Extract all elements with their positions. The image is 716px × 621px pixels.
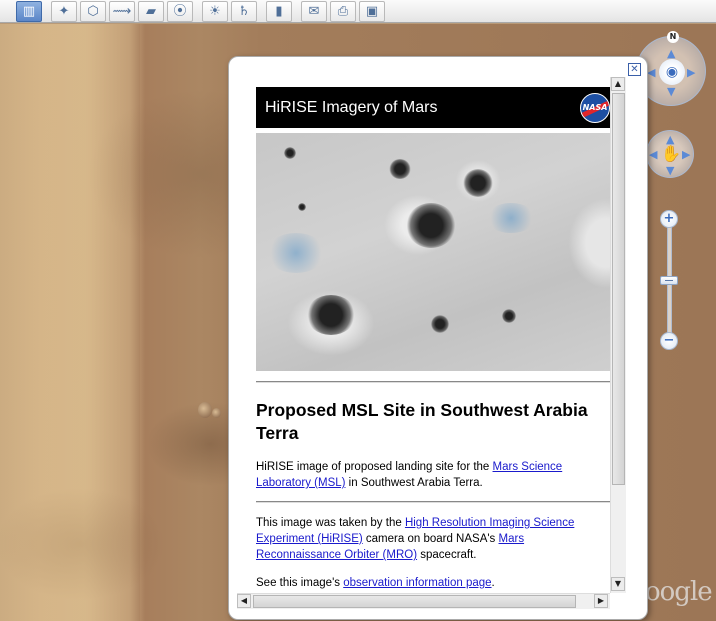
balloon-content-viewport: HiRISE Imagery of Mars NASA Proposed MSL… [256,87,610,591]
look-down-icon[interactable]: ▼ [667,85,675,98]
image-crater-shadow [389,159,411,179]
para2-prefix: This image was taken by the [256,517,405,529]
eye-icon[interactable]: ◉ [659,59,685,85]
image-blue-tint [266,233,326,273]
historical-imagery-button[interactable]: ☀ [202,0,228,22]
north-indicator[interactable]: N [667,31,679,43]
ruler-button[interactable]: ▮ [266,0,292,22]
sunlight-icon: ☀ [209,3,221,19]
add-placemark-button[interactable]: ✦ [51,0,77,22]
record-tour-icon: ⦿ [173,3,187,19]
path-icon: ⟿ [112,3,132,19]
image-crater-shadow [284,147,296,159]
view-in-maps-button[interactable]: ▣ [359,0,385,22]
horizontal-scroll-thumb[interactable] [253,595,576,608]
record-tour-button[interactable]: ⦿ [167,0,193,22]
toolbar: ▥ ✦ ⬡ ⟿ ▰ ⦿ ☀ ♄ ▮ ✉ ⎙ ▣ [0,0,716,23]
divider [256,381,610,383]
image-crater-shadow [431,315,449,333]
switch-planet-button[interactable]: ♄ [231,0,257,22]
look-right-icon[interactable]: ▶ [687,66,695,79]
para3-prefix: See this image's [256,577,344,589]
image-crater-shadow [502,309,516,323]
header-title: HiRISE Imagery of Mars [265,98,438,116]
email-button[interactable]: ✉ [301,0,327,22]
scroll-right-button[interactable]: ▶ [594,594,608,608]
planet-icon: ♄ [238,3,250,19]
zoom-out-button[interactable]: − [660,332,678,350]
pushpin-icon: ✦ [58,3,70,19]
balloon-header: HiRISE Imagery of Mars NASA [256,87,610,128]
para2-suffix: spacecraft. [417,549,477,561]
vertical-scrollbar[interactable]: ▲ ▼ [610,77,626,593]
google-watermark: oogle [645,577,713,607]
move-control[interactable]: ▲ ▼ ◀ ▶ ✋ [646,130,694,178]
para1-suffix: in Southwest Arabia Terra. [345,477,483,489]
scroll-down-button[interactable]: ▼ [611,577,625,591]
add-image-overlay-button[interactable]: ▰ [138,0,164,22]
image-overlay-icon: ▰ [146,3,156,19]
site-title: Proposed MSL Site in Southwest Arabia Te… [256,400,588,443]
close-balloon-button[interactable]: ✕ [628,63,641,76]
move-down-icon[interactable]: ▼ [666,164,674,177]
scroll-left-button[interactable]: ◀ [237,594,251,608]
maps-icon: ▣ [365,3,379,19]
email-icon: ✉ [308,3,320,19]
description-paragraph: HiRISE image of proposed landing site fo… [256,459,610,491]
observation-paragraph: See this image's observation information… [256,575,610,591]
hand-icon[interactable]: ✋ [661,144,681,163]
divider [256,501,610,503]
vertical-scroll-thumb[interactable] [612,93,625,485]
zoom-slider-handle[interactable] [660,276,678,285]
polygon-icon: ⬡ [87,3,99,19]
image-crater-shadow [298,203,306,211]
nasa-logo: NASA [580,92,610,123]
map-terrain-strip [0,24,140,621]
add-polygon-button[interactable]: ⬡ [80,0,106,22]
print-button[interactable]: ⎙ [330,0,356,22]
para1-prefix: HiRISE image of proposed landing site fo… [256,461,493,473]
move-left-icon[interactable]: ◀ [649,148,657,161]
horizontal-scrollbar[interactable]: ◀ ▶ [237,593,610,609]
print-icon: ⎙ [337,3,349,19]
add-path-button[interactable]: ⟿ [109,0,135,22]
sidebar-icon: ▥ [22,3,36,19]
map-crater [212,408,221,418]
observation-info-link[interactable]: observation information page [343,577,491,589]
credit-paragraph: This image was taken by the High Resolut… [256,515,610,563]
move-right-icon[interactable]: ▶ [682,148,690,161]
para3-suffix: . [491,577,495,589]
zoom-in-button[interactable]: + [660,210,678,228]
image-crater-shadow [406,203,456,248]
hirise-image[interactable] [256,133,610,371]
nasa-logo-text: NASA [582,103,608,112]
image-crater-shadow [463,169,493,197]
balloon-content: HiRISE Imagery of Mars NASA Proposed MSL… [256,87,610,591]
info-balloon: ✕ HiRISE Imagery of Mars NASA Proposed M… [228,56,648,620]
map-crater [198,402,212,418]
para2-middle: camera on board NASA's [362,533,499,545]
look-left-icon[interactable]: ◀ [647,66,655,79]
scroll-up-button[interactable]: ▲ [611,77,625,91]
image-crater-shadow [306,295,356,335]
image-blue-tint [486,203,536,233]
ruler-icon: ▮ [275,3,283,19]
sidebar-toggle-button[interactable]: ▥ [16,0,42,22]
